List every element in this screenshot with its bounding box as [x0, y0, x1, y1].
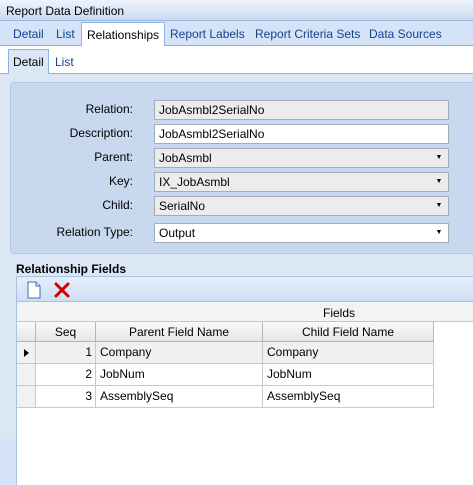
window-title: Report Data Definition — [6, 4, 125, 18]
table-cell-seq[interactable]: 2 — [36, 364, 96, 386]
tab-detail[interactable]: Detail — [13, 27, 44, 41]
row-selector-header — [17, 322, 36, 342]
table-cell-parent[interactable]: Company — [96, 342, 263, 364]
new-document-icon[interactable] — [25, 281, 43, 299]
window-titlebar: Report Data Definition — [0, 0, 473, 21]
relationships-panel: Detail List Relation: JobAsmbl2SerialNo … — [0, 46, 473, 485]
current-row-arrow-icon — [24, 349, 29, 357]
delete-x-icon[interactable] — [53, 281, 71, 299]
parent-label: Parent: — [94, 150, 133, 164]
row-selector[interactable] — [17, 364, 36, 386]
relation-type-select[interactable]: Output ▼ — [154, 223, 449, 243]
table-cell-child[interactable]: Company — [263, 342, 434, 364]
relation-type-value: Output — [159, 226, 196, 240]
relationship-fields-toolbar — [16, 276, 473, 302]
main-tabstrip: Detail List Relationships Report Labels … — [0, 22, 473, 46]
subtab-detail[interactable]: Detail — [8, 49, 49, 74]
chevron-down-icon[interactable]: ▼ — [432, 175, 446, 189]
child-label: Child: — [102, 198, 133, 212]
tab-relationships[interactable]: Relationships — [81, 22, 166, 46]
col-header-parent-field[interactable]: Parent Field Name — [96, 322, 263, 342]
child-value: SerialNo — [159, 199, 206, 213]
chevron-down-icon[interactable]: ▼ — [432, 199, 446, 213]
table-cell-child[interactable]: AssemblySeq — [263, 386, 434, 408]
relationship-fields-grid: Fields Seq Parent Field Name Child Field… — [16, 302, 473, 485]
row-selector[interactable] — [17, 342, 36, 364]
row-selector[interactable] — [17, 386, 36, 408]
chevron-down-icon[interactable]: ▼ — [432, 226, 446, 240]
tab-report-labels[interactable]: Report Labels — [170, 27, 245, 41]
table-cell-parent[interactable]: JobNum — [96, 364, 263, 386]
child-select[interactable]: SerialNo ▼ — [154, 196, 449, 216]
subtab-list[interactable]: List — [55, 55, 74, 69]
key-label: Key: — [108, 174, 133, 188]
key-value: IX_JobAsmbl — [159, 175, 230, 189]
relation-type-label: Relation Type: — [56, 225, 134, 239]
tab-report-criteria-sets[interactable]: Report Criteria Sets — [255, 27, 360, 41]
description-field[interactable]: JobAsmbl2SerialNo — [154, 124, 449, 144]
col-header-seq[interactable]: Seq — [36, 322, 96, 342]
table-cell-seq[interactable]: 3 — [36, 386, 96, 408]
table-cell-seq[interactable]: 1 — [36, 342, 96, 364]
relation-field[interactable]: JobAsmbl2SerialNo — [154, 100, 449, 120]
parent-select[interactable]: JobAsmbl ▼ — [154, 148, 449, 168]
relationship-fields-title: Relationship Fields — [16, 262, 127, 276]
parent-value: JobAsmbl — [159, 151, 212, 165]
key-select[interactable]: IX_JobAsmbl ▼ — [154, 172, 449, 192]
fields-band-header: Fields — [17, 302, 473, 322]
relation-label: Relation: — [85, 102, 133, 116]
sub-tabstrip: Detail List — [0, 46, 473, 74]
tab-list[interactable]: List — [56, 27, 75, 41]
relation-form: Relation: JobAsmbl2SerialNo Description:… — [10, 82, 473, 254]
chevron-down-icon[interactable]: ▼ — [432, 151, 446, 165]
description-label: Description: — [69, 126, 133, 140]
col-header-child-field[interactable]: Child Field Name — [263, 322, 434, 342]
table-cell-child[interactable]: JobNum — [263, 364, 434, 386]
tab-data-sources[interactable]: Data Sources — [369, 27, 442, 41]
fields-band-label: Fields — [323, 306, 356, 320]
table-cell-parent[interactable]: AssemblySeq — [96, 386, 263, 408]
